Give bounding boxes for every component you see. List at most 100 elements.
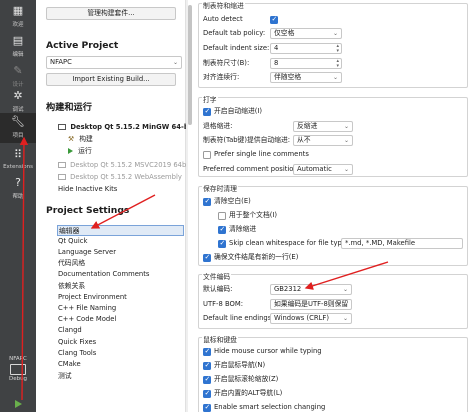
- monitor-icon: [58, 174, 66, 180]
- alt-navigation-checkbox[interactable]: [203, 389, 211, 398]
- entire-document-label: 用于整个文档(I): [229, 211, 278, 219]
- mode-projects[interactable]: 🔧︎ 项目: [0, 113, 36, 143]
- settings-item-code-model[interactable]: C++ Code Model: [57, 314, 184, 325]
- kit-build-item[interactable]: ⚒ 构建: [68, 134, 93, 144]
- wrench-icon: 🔧︎: [11, 115, 25, 128]
- auto-detect-label: Auto detect: [203, 15, 243, 23]
- mouse-keyboard-title: 鼠标和键盘: [202, 334, 238, 344]
- hide-cursor-checkbox[interactable]: [203, 347, 211, 356]
- kit-active[interactable]: Desktop Qt 5.15.2 MinGW 64-bit: [58, 122, 194, 132]
- align-continuation-select[interactable]: 伴随空格 ⌄: [270, 72, 342, 83]
- line-endings-label: Default line endings:: [203, 314, 274, 322]
- mode-selector-bar: ▦ 欢迎 ▤ 编辑 ✎ 设计 ✲ 调试 🔧︎ 项目 ⠿ Extensions ?…: [0, 0, 36, 412]
- project-settings-heading: Project Settings: [46, 205, 130, 216]
- mode-edit[interactable]: ▤ 编辑: [0, 32, 36, 62]
- clean-indent-label: 清除缩进: [229, 225, 257, 233]
- indent-size-spinbox[interactable]: 4 ▴ ▾: [270, 43, 342, 54]
- settings-item-environment[interactable]: Project Environment: [57, 292, 184, 303]
- cleanup-title: 保存时清理: [202, 183, 238, 193]
- settings-item-quick-fixes[interactable]: Quick Fixes: [57, 337, 184, 348]
- manage-kits-button[interactable]: 管理构建套件...: [46, 7, 176, 20]
- chevron-down-icon: ⌄: [342, 315, 348, 322]
- kit-inactive-msvc[interactable]: Desktop Qt 5.15.2 MSVC2019 64bit: [58, 160, 191, 170]
- tab-policy-select[interactable]: 仅空格 ⌄: [270, 28, 342, 39]
- settings-item-cmake[interactable]: CMake: [57, 359, 184, 370]
- comment-position-select[interactable]: Automatic ⌄: [293, 164, 353, 175]
- tab-policy-label: Default tab policy:: [203, 29, 266, 37]
- encoding-title: 文件编码: [202, 271, 232, 281]
- kit-run-item[interactable]: 运行: [68, 146, 92, 156]
- clean-indent-checkbox[interactable]: [218, 225, 226, 234]
- smart-selection-checkbox[interactable]: [203, 403, 211, 412]
- auto-detect-checkbox[interactable]: [270, 15, 278, 24]
- mode-welcome[interactable]: ▦ 欢迎: [0, 2, 36, 32]
- active-project-heading: Active Project: [46, 40, 119, 51]
- backspace-indent-select[interactable]: 反缩进 ⌄: [293, 121, 353, 132]
- tab-size-spinbox[interactable]: 8 ▴ ▾: [270, 58, 342, 69]
- skip-clean-checkbox[interactable]: [218, 239, 226, 248]
- tab-key-indent-select[interactable]: 从不 ⌄: [293, 135, 353, 146]
- settings-item-dependencies[interactable]: 依赖关系: [57, 281, 184, 292]
- settings-item-doc-comments[interactable]: Documentation Comments: [57, 269, 184, 280]
- settings-scrollbar[interactable]: [188, 5, 192, 125]
- scroll-zoom-checkbox[interactable]: [203, 375, 211, 384]
- chevron-down-icon: ⌄: [342, 301, 348, 308]
- settings-item-language-server[interactable]: Language Server: [57, 247, 184, 258]
- chevron-down-icon: ⌄: [332, 74, 338, 81]
- chevron-down-icon: ⌄: [332, 30, 338, 37]
- line-endings-select[interactable]: Windows (CRLF) ⌄: [270, 313, 352, 324]
- import-build-button[interactable]: Import Existing Build...: [46, 73, 176, 86]
- mode-help[interactable]: ? 帮助: [0, 174, 36, 204]
- hide-inactive-kits[interactable]: Hide Inactive Kits: [58, 184, 117, 194]
- hide-cursor-label: Hide mouse cursor while typing: [214, 347, 322, 355]
- chevron-down-icon: ⌄: [342, 286, 348, 293]
- settings-item-clang-tools[interactable]: Clang Tools: [57, 348, 184, 359]
- prefer-single-line-checkbox[interactable]: [203, 151, 211, 159]
- help-icon: ?: [15, 176, 21, 189]
- settings-item-code-style[interactable]: 代码风格: [57, 258, 184, 269]
- kit-inactive-wasm[interactable]: Desktop Qt 5.15.2 WebAssembly: [58, 172, 182, 182]
- settings-item-file-naming[interactable]: C++ File Naming: [57, 303, 184, 314]
- chevron-down-icon: ⌄: [343, 166, 349, 173]
- smart-selection-label: Enable smart selection changing: [214, 403, 326, 411]
- typing-title: 打字: [202, 94, 218, 104]
- settings-item-qtquick[interactable]: Qt Quick: [57, 236, 184, 247]
- chevron-down-icon: ⌄: [343, 137, 349, 144]
- play-icon: [68, 148, 73, 154]
- document-icon: ▤: [12, 34, 24, 47]
- skip-clean-label: Skip clean whitespace for file types:: [229, 239, 352, 247]
- run-button[interactable]: [0, 397, 36, 412]
- play-icon: [14, 400, 22, 408]
- auto-indent-label: 开启自动缩进(I): [214, 107, 263, 115]
- ensure-newline-label: 确保文件结尾有新的一行(E): [214, 253, 299, 261]
- entire-document-checkbox[interactable]: [218, 212, 226, 220]
- active-project-select[interactable]: NFAPC ⌄: [46, 56, 182, 69]
- comment-position-label: Preferred comment position:: [203, 165, 301, 173]
- auto-indent-checkbox[interactable]: [203, 107, 211, 116]
- settings-item-testing[interactable]: 测试: [57, 371, 184, 382]
- extensions-icon: ⠿: [13, 148, 23, 161]
- monitor-icon: [58, 162, 66, 168]
- mode-extensions[interactable]: ⠿ Extensions: [0, 146, 36, 176]
- utf8-bom-select[interactable]: 如果编码是UTF-8则保留 ⌄: [270, 299, 352, 310]
- settings-item-clangd[interactable]: Clangd: [57, 325, 184, 336]
- tab-size-label: 制表符尺寸(B):: [203, 59, 250, 67]
- monitor-icon: [58, 124, 66, 130]
- skip-file-types-input[interactable]: *.md, *.MD, Makefile: [341, 238, 463, 249]
- default-encoding-label: 默认编码:: [203, 285, 233, 293]
- kit-selector[interactable]: NFAPC Debug: [0, 356, 36, 396]
- mouse-navigation-checkbox[interactable]: [203, 361, 211, 370]
- clean-whitespace-checkbox[interactable]: [203, 197, 211, 206]
- indent-size-label: Default indent size:: [203, 44, 270, 52]
- editor-settings-panel: 制表符和缩进 Auto detect Default tab policy: 仅…: [188, 0, 474, 412]
- clean-whitespace-label: 清除空白(E): [214, 197, 251, 205]
- mouse-navigation-label: 开启鼠标导航(N): [214, 361, 266, 369]
- scroll-zoom-label: 开启鼠标滚轮缩放(Z): [214, 375, 279, 383]
- chevron-down-icon: ⌄: [343, 123, 349, 130]
- spin-arrows-icon: ▴ ▾: [336, 43, 339, 54]
- settings-item-editor[interactable]: 编辑器: [57, 225, 184, 236]
- utf8-bom-label: UTF-8 BOM:: [203, 300, 244, 308]
- spin-arrows-icon: ▴ ▾: [336, 58, 339, 69]
- default-encoding-select[interactable]: GB2312 ⌄: [270, 284, 352, 295]
- ensure-newline-checkbox[interactable]: [203, 253, 211, 262]
